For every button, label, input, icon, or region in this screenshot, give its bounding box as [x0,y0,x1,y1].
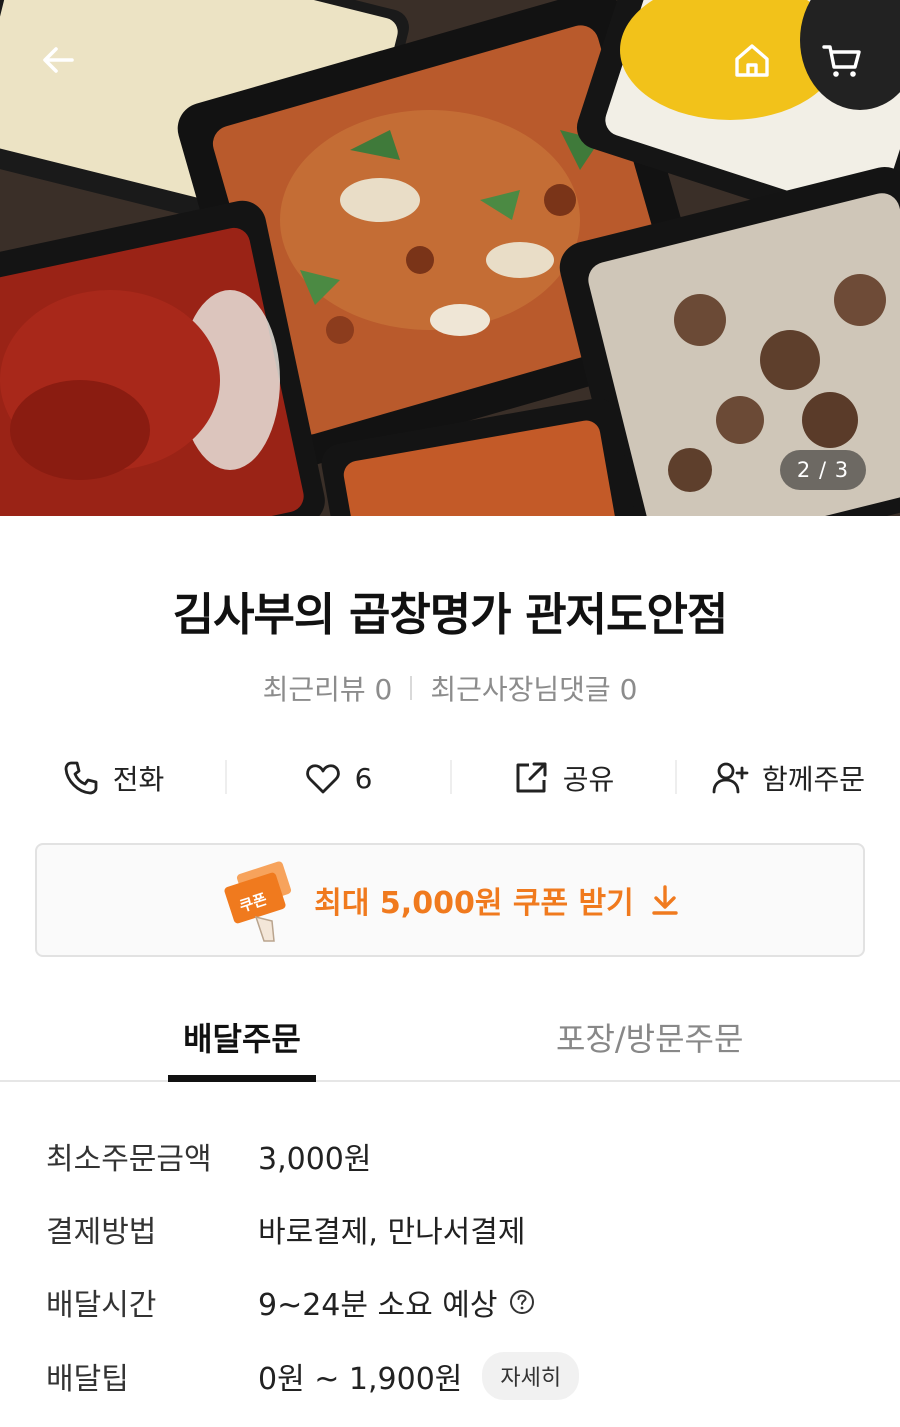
payment-label: 결제방법 [46,1215,157,1250]
back-button[interactable] [30,32,86,88]
heart-icon [305,764,340,794]
like-button[interactable]: 6 [225,748,450,808]
delivery-tip-value: 0원 ~ 1,900원 [258,1362,463,1397]
review-summary: 최근리뷰 0 최근사장님댓글 0 [0,668,900,708]
payment-value: 바로결제, 만나서결제 [258,1215,526,1250]
download-arrow-icon [652,885,678,915]
delivery-tip-row: 배달팁 0원 ~ 1,900원 자세히 [46,1352,866,1400]
like-count: 6 [354,761,373,795]
group-order-button[interactable]: 함께주문 [675,748,900,808]
call-button[interactable]: 전화 [0,748,225,808]
home-button[interactable] [724,32,780,88]
min-order-value: 3,000원 [258,1142,372,1177]
delivery-tip-detail-button[interactable]: 자세히 [482,1352,580,1400]
share-button[interactable]: 공유 [450,748,675,808]
arrow-left-icon [43,47,74,73]
tab-pickup[interactable]: 포장/방문주문 [556,1014,743,1060]
cart-button[interactable] [814,32,870,88]
coupon-label: 최대 5,000원 쿠폰 받기 [314,886,634,921]
photo-page-counter: 2 / 3 [780,450,866,490]
order-type-tabs: 배달주문 포장/방문주문 [0,1000,900,1082]
store-action-bar: 전화 6 공유 함께주문 [0,748,900,808]
divider [410,676,413,700]
min-order-row: 최소주문금액 3,000원 [46,1132,866,1180]
phone-icon [64,761,98,795]
delivery-time-label: 배달시간 [46,1288,157,1323]
cart-icon [822,45,861,77]
delivery-time-row: 배달시간 9~24분 소요 예상 [46,1278,866,1326]
add-person-icon [712,762,749,794]
coupon-download-button[interactable]: 쿠폰 최대 5,000원 쿠폰 받기 [35,843,865,957]
delivery-time-value: 9~24분 소요 예상 [258,1288,498,1323]
recent-owner-replies-link[interactable]: 최근사장님댓글 0 [430,668,637,708]
min-order-label: 최소주문금액 [46,1142,212,1177]
recent-reviews-link[interactable]: 최근리뷰 0 [263,668,393,708]
delivery-time-value-wrap: 9~24분 소요 예상 [258,1280,535,1324]
share-label: 공유 [562,763,615,796]
delivery-tip-value-wrap: 0원 ~ 1,900원 자세히 [258,1352,580,1400]
coupon-ticket-icon: 쿠폰 [224,861,292,942]
share-icon [516,762,547,793]
payment-method-row: 결제방법 바로결제, 만나서결제 [46,1205,866,1253]
store-title: 김사부의 곱창명가 관저도안점 [172,588,729,641]
delivery-tip-label: 배달팁 [46,1362,129,1397]
home-icon [735,44,769,77]
call-label: 전화 [112,763,165,796]
store-photo-carousel[interactable]: 2 / 3 [0,0,900,516]
group-order-label: 함께주문 [761,763,866,796]
help-icon[interactable] [509,1289,535,1315]
tab-delivery[interactable]: 배달주문 [168,1014,316,1082]
